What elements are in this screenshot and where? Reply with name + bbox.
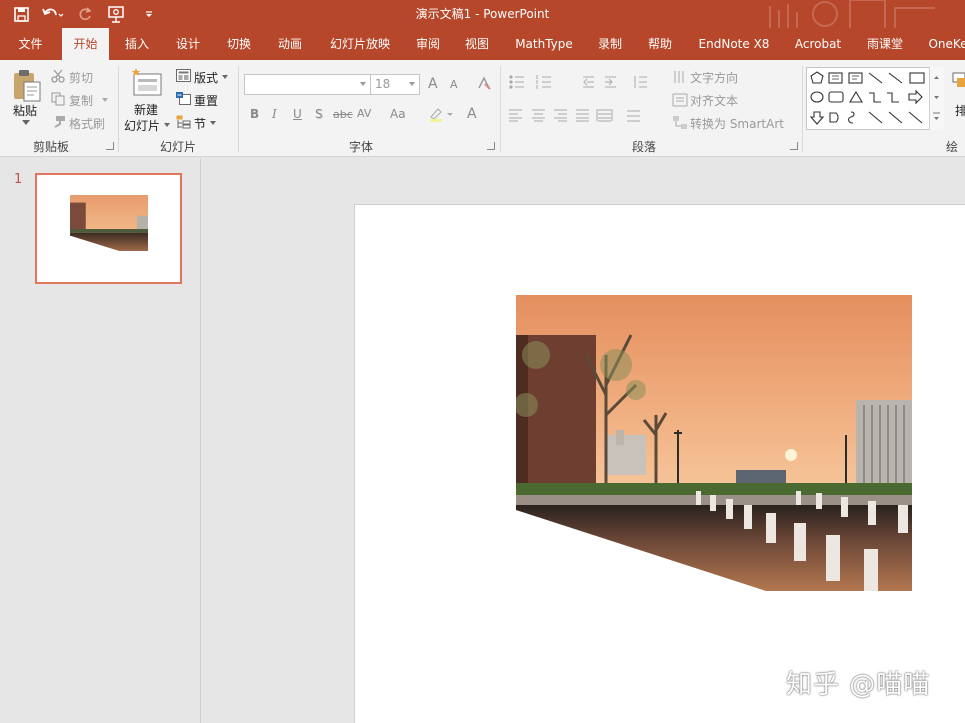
tab-rain-classroom[interactable]: 雨课堂	[861, 28, 909, 60]
tab-slide-show[interactable]: 幻灯片放映	[323, 28, 397, 60]
smartart-icon	[673, 116, 687, 129]
cropped-picture[interactable]	[516, 295, 912, 591]
underline-button[interactable]: U	[293, 107, 302, 121]
tab-onekey[interactable]: OneKe	[923, 28, 965, 60]
thumbnail-photo	[70, 195, 148, 251]
character-spacing-button[interactable]: AV	[357, 107, 371, 120]
shapes-gallery	[806, 67, 944, 130]
paragraph-dialog-launcher[interactable]	[790, 142, 798, 150]
text-shadow-button[interactable]: S	[315, 107, 323, 121]
font-name-combo[interactable]	[244, 74, 371, 95]
copy-button[interactable]: 复制	[69, 92, 93, 109]
copy-icon	[51, 92, 65, 106]
group-divider	[118, 66, 119, 152]
watermark: 知乎 @喵喵	[786, 670, 931, 700]
font-group-label: 字体	[349, 140, 374, 154]
slide-number: 1	[14, 172, 23, 187]
list-and-indent-icons[interactable]	[508, 74, 668, 90]
layout-dropdown-arrow-icon[interactable]	[222, 75, 228, 79]
tab-file[interactable]: 文件	[8, 28, 53, 60]
layout-icon	[176, 69, 191, 82]
tab-design[interactable]: 设计	[166, 28, 210, 60]
font-dialog-launcher[interactable]	[487, 142, 495, 150]
tab-mathtype[interactable]: MathType	[508, 28, 580, 60]
tab-home[interactable]: 开始	[62, 28, 109, 60]
bold-button[interactable]: B	[250, 107, 259, 121]
text-direction-icon	[674, 71, 684, 83]
clipboard-group-label: 剪贴板	[33, 140, 70, 154]
shapes-gallery-scroll[interactable]	[929, 67, 944, 130]
alignment-icons[interactable]	[508, 108, 658, 122]
tab-animations[interactable]: 动画	[268, 28, 312, 60]
slide-thumbnail[interactable]	[35, 173, 182, 284]
convert-smartart-button[interactable]: 转换为 SmartArt	[690, 115, 784, 132]
tab-transitions[interactable]: 切换	[217, 28, 261, 60]
strikethrough-button[interactable]: abc	[333, 108, 353, 121]
new-slide-icon	[131, 68, 162, 96]
highlight-icon[interactable]	[428, 106, 454, 122]
font-size-combo[interactable]: 18	[370, 74, 420, 95]
tab-view[interactable]: 视图	[455, 28, 499, 60]
tab-review[interactable]: 审阅	[406, 28, 450, 60]
shrink-font-button[interactable]: A	[450, 78, 458, 91]
gallery-scroll-arrows-icon	[933, 76, 940, 120]
reset-icon	[176, 92, 191, 105]
italic-button[interactable]: I	[272, 107, 277, 121]
tab-help[interactable]: 帮助	[640, 28, 680, 60]
group-divider	[802, 66, 803, 152]
paste-button[interactable]: 粘贴	[13, 102, 37, 119]
group-divider	[500, 66, 501, 152]
ribbon-tabs: 文件 开始 插入 设计 切换 动画 幻灯片放映 审阅 视图 MathType 录…	[0, 28, 965, 60]
arrange-button[interactable]: 排	[955, 102, 965, 119]
paste-icon	[14, 70, 41, 102]
font-size-value: 18	[375, 77, 391, 91]
drawing-group-label: 绘图	[946, 140, 959, 154]
reset-button[interactable]: 重置	[194, 92, 218, 109]
tab-record[interactable]: 录制	[590, 28, 630, 60]
slides-group-label: 幻灯片	[160, 140, 197, 154]
scissors-icon	[51, 69, 65, 83]
format-painter-button[interactable]: 格式刷	[69, 115, 105, 132]
ribbon: 粘贴 剪切 复制 格式刷 剪贴板 新建 幻灯片 版式 重置 节 幻灯片 18 A…	[0, 60, 965, 157]
paste-options-arrow-icon[interactable]	[22, 120, 30, 126]
tab-insert[interactable]: 插入	[115, 28, 159, 60]
tab-acrobat[interactable]: Acrobat	[788, 28, 848, 60]
slide-editor: 知乎 @喵喵	[202, 158, 965, 723]
align-text-icon	[672, 93, 688, 107]
section-dropdown-arrow-icon[interactable]	[210, 121, 216, 125]
grow-font-button[interactable]: A	[428, 76, 438, 92]
align-text-button[interactable]: 对齐文本	[690, 92, 738, 109]
chevron-down-icon	[409, 82, 415, 86]
format-painter-icon	[54, 116, 65, 128]
shapes-gallery-icons[interactable]	[809, 70, 933, 128]
chevron-down-icon	[360, 82, 366, 86]
clear-formatting-icon[interactable]	[476, 75, 492, 91]
new-slide-label-line1[interactable]: 新建	[134, 101, 158, 118]
layout-button[interactable]: 版式	[194, 69, 218, 86]
slide-thumbnails-pane: 1	[0, 158, 201, 723]
clipboard-dialog-launcher[interactable]	[106, 142, 114, 150]
arrange-icon	[952, 72, 965, 87]
paragraph-group-label: 段落	[632, 140, 657, 154]
section-icon	[176, 115, 191, 129]
section-button[interactable]: 节	[194, 115, 206, 132]
title-decoration	[769, 0, 935, 28]
cut-button[interactable]: 剪切	[69, 69, 93, 86]
copy-dropdown-arrow-icon[interactable]	[102, 98, 108, 102]
new-slide-arrow-icon[interactable]	[164, 123, 170, 127]
tab-endnote[interactable]: EndNote X8	[693, 28, 775, 60]
font-color-button[interactable]: A	[467, 106, 477, 122]
text-direction-button[interactable]: 文字方向	[690, 69, 738, 86]
change-case-button[interactable]: Aa	[390, 107, 406, 121]
title-bar: 演示文稿1 - PowerPoint	[0, 0, 965, 28]
group-divider	[238, 66, 239, 152]
new-slide-button[interactable]: 幻灯片	[124, 117, 160, 134]
